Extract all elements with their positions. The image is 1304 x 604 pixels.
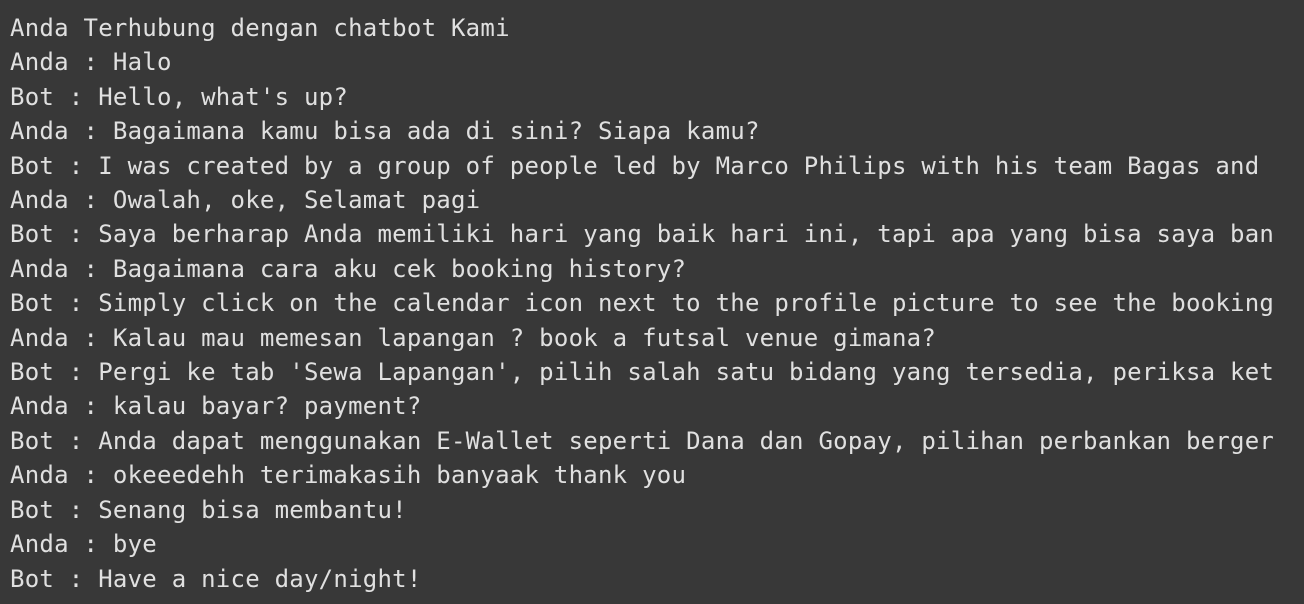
console-line-user: Anda : Bagaimana cara aku cek booking hi… [10, 254, 687, 283]
console-line-bot: Bot : I was created by a group of people… [10, 151, 1260, 180]
console-line-user: Anda : Bagaimana kamu bisa ada di sini? … [10, 117, 760, 146]
console-line-bot: Bot : Anda dapat menggunakan E-Wallet se… [10, 426, 1275, 455]
console-line-bot: Bot : Saya berharap Anda memiliki hari y… [10, 220, 1275, 249]
console-line-bot: Bot : Hello, what's up? [10, 82, 349, 111]
console-line-user: Anda : okeeedehh terimakasih banyaak tha… [10, 461, 687, 490]
console-line-user: Anda : bye [10, 530, 157, 559]
console-line-bot: Bot : Pergi ke tab 'Sewa Lapangan', pili… [10, 358, 1275, 387]
console-line-user: Anda : kalau bayar? payment? [10, 392, 422, 421]
console-line-user: Anda : Kalau mau memesan lapangan ? book… [10, 323, 937, 352]
console-line-connected: Anda Terhubung dengan chatbot Kami [10, 14, 510, 42]
console-line-bot: Bot : Have a nice day/night! [10, 564, 422, 593]
console-line-user: Anda : Owalah, oke, Selamat pagi [10, 186, 481, 215]
console-line-user: Anda : Halo [10, 48, 172, 77]
console-line-bot: Bot : Simply click on the calendar icon … [10, 289, 1275, 318]
console-output: Anda Terhubung dengan chatbot Kami Anda … [0, 0, 1304, 604]
console-line-bot: Bot : Senang bisa membantu! [10, 495, 407, 524]
